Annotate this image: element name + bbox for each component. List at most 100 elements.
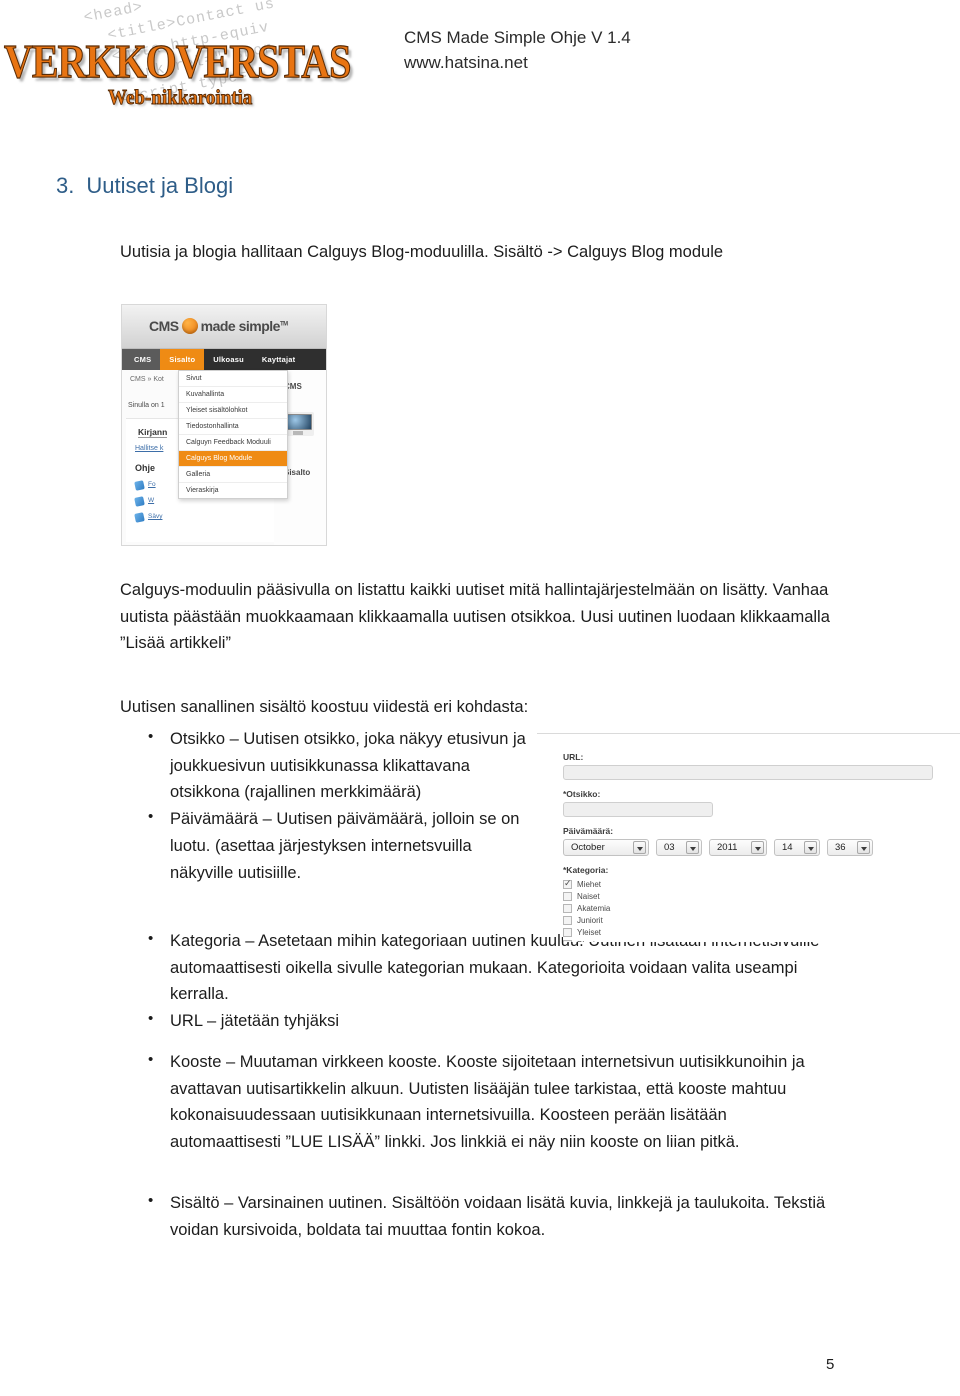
cms-nav-bar: CMS Sisalto Ulkoasu Kayttajat	[122, 349, 326, 370]
checkbox-icon[interactable]	[563, 878, 572, 889]
section-intro-line: Uutisia ja blogia hallitaan Calguys Blog…	[120, 243, 724, 261]
cms-help-link-forum[interactable]: Fo	[148, 481, 156, 488]
cms-body: CMS » Kot Sinulla on 1 Kirjann Hallitse …	[122, 370, 326, 545]
menu-item-vieraskirja[interactable]: Vieraskirja	[179, 483, 287, 498]
cms-nav-tab-sisalto[interactable]: Sisalto	[160, 349, 205, 370]
document-site-url: www.hatsina.net	[404, 52, 528, 72]
category-field-group: *Kategoria: Miehet Naiset Akatemia Junio…	[563, 865, 958, 942]
checkbox-icon[interactable]	[563, 915, 572, 925]
cms-brand-bar: CMS made simpleTM	[122, 305, 326, 349]
intro-paragraph: Calguys-moduulin pääsivulla on listattu …	[120, 581, 830, 653]
cms-nav-tab-kayttajat[interactable]: Kayttajat	[253, 349, 304, 370]
cms-panel-heading: Kirjann	[138, 427, 168, 438]
category-label-blogi: Blogi	[577, 940, 595, 943]
list-item: Otsikko – Uutisen otsikko, joka näkyy et…	[134, 725, 534, 806]
chevron-down-icon	[751, 841, 764, 854]
menu-item-sivut[interactable]: Sivut	[179, 371, 287, 387]
cms-help-link-savy[interactable]: Sävy	[148, 513, 162, 520]
category-row-akatemia[interactable]: Akatemia	[563, 902, 958, 914]
list-item: Kooste – Muutaman virkkeen kooste. Koost…	[134, 1048, 834, 1156]
category-row-miehet[interactable]: Miehet	[563, 878, 958, 890]
cms-admin-screenshot: CMS made simpleTM CMS Sisalto Ulkoasu Kay…	[121, 304, 327, 546]
chevron-down-icon	[804, 841, 817, 854]
month-select-value: October	[571, 842, 605, 853]
menu-item-yleiset-sisaltolohkot[interactable]: Yleiset sisältölohkot	[179, 403, 287, 419]
horizontal-divider	[537, 733, 960, 734]
day-select[interactable]: 03	[656, 839, 702, 856]
cms-panel-heading-ohje: Ohje	[135, 463, 156, 473]
section-number: 3.	[56, 173, 75, 198]
cms-logo: CMS made simpleTM	[149, 318, 288, 334]
category-label: *Kategoria:	[563, 865, 609, 875]
category-row-blogi[interactable]: Blogi	[563, 938, 958, 942]
menu-item-galleria[interactable]: Galleria	[179, 467, 287, 483]
cms-logo-tm: TM	[279, 321, 288, 328]
category-label-miehet: Miehet	[577, 879, 602, 889]
category-label-yleiset: Yleiset	[577, 927, 602, 937]
year-select[interactable]: 2011	[709, 839, 767, 856]
cms-nav-tab-ulkoasu[interactable]: Ulkoasu	[204, 349, 253, 370]
bullet-list-group-b: Kategoria – Asetetaan mihin kategoriaan …	[134, 927, 834, 1035]
monitor-screen	[284, 414, 312, 430]
cms-breadcrumb: CMS » Kot	[130, 376, 164, 383]
link-arrow-icon	[134, 496, 145, 507]
logo-wordmark: VERKKOVERSTAS	[3, 35, 351, 89]
list-intro-text: Uutisen sanallinen sisältö koostuu viide…	[120, 698, 529, 716]
checkbox-icon[interactable]	[563, 891, 572, 901]
month-select[interactable]: October	[563, 839, 649, 856]
bullet-list-group-c: Kooste – Muutaman virkkeen kooste. Koost…	[134, 1048, 834, 1156]
minute-select-value: 36	[835, 842, 846, 853]
bullet-list-group-d: Sisältö – Varsinainen uutinen. Sisältöön…	[134, 1189, 834, 1243]
checkbox-icon[interactable]	[563, 939, 572, 942]
year-select-value: 2011	[717, 842, 738, 853]
date-field-group: Päivämäärä: October 03 2011 14 36	[563, 826, 958, 856]
date-select-row: October 03 2011 14 36	[563, 839, 958, 856]
cms-notice: Sinulla on 1	[128, 402, 165, 409]
title-label: *Otsikko:	[563, 789, 601, 799]
logo-tagline: Web-nikkarointia	[108, 86, 253, 110]
menu-item-tiedostonhallinta[interactable]: Tiedostonhallinta	[179, 419, 287, 435]
menu-item-calguyn-feedback-moduuli[interactable]: Calguyn Feedback Moduuli	[179, 435, 287, 451]
blog-article-form-screenshot: URL: *Otsikko: Päivämäärä: October 03 20…	[563, 752, 958, 942]
list-item: Sisältö – Varsinainen uutinen. Sisältöön…	[134, 1189, 834, 1243]
category-label-akatemia: Akatemia	[577, 903, 611, 913]
menu-item-kuvahallinta[interactable]: Kuvahallinta	[179, 387, 287, 403]
title-input[interactable]	[563, 802, 713, 817]
day-select-value: 03	[664, 842, 675, 853]
cms-logo-right: made simple	[200, 318, 281, 334]
chevron-down-icon	[686, 841, 699, 854]
minute-select[interactable]: 36	[827, 839, 873, 856]
checkbox-icon[interactable]	[563, 927, 572, 937]
monitor-stand	[293, 431, 303, 435]
bullet-list-group-a: Otsikko – Uutisen otsikko, joka näkyy et…	[134, 725, 534, 886]
url-field-group: URL:	[563, 752, 958, 780]
list-item: URL – jätetään tyhjäksi	[134, 1007, 834, 1035]
checkbox-icon[interactable]	[563, 903, 572, 913]
category-row-yleiset[interactable]: Yleiset	[563, 926, 958, 938]
chevron-down-icon	[857, 841, 870, 854]
title-field-group: *Otsikko:	[563, 789, 958, 817]
link-arrow-icon	[134, 512, 145, 523]
menu-item-calguys-blog-module[interactable]: Calguys Blog Module	[179, 451, 287, 467]
cms-panel-link[interactable]: Hallitse k	[135, 445, 163, 452]
cms-help-link-wiki[interactable]: W	[148, 497, 154, 504]
cms-logo-left: CMS	[149, 318, 179, 334]
cms-content-dropdown-menu: Sivut Kuvahallinta Yleiset sisältölohkot…	[178, 370, 288, 499]
page-header: <head> <title>Contact us <meta http-equi…	[0, 0, 960, 150]
category-row-naiset[interactable]: Naiset	[563, 890, 958, 902]
palm-ball-icon	[181, 318, 198, 334]
document-title: CMS Made Simple Ohje V 1.4	[404, 28, 631, 47]
page-title: 3. Uutiset ja Blogi	[56, 173, 233, 199]
date-label: Päivämäärä:	[563, 826, 614, 836]
category-label-juniorit: Juniorit	[577, 915, 603, 925]
brand-logo: <head> <title>Contact us <meta http-equi…	[3, 0, 351, 132]
category-label-naiset: Naiset	[577, 891, 600, 901]
cms-nav-tab-cms[interactable]: CMS	[122, 349, 161, 370]
page-number: 5	[826, 1356, 835, 1373]
hour-select[interactable]: 14	[774, 839, 820, 856]
document-header-text: CMS Made Simple Ohje V 1.4 www.hatsina.n…	[404, 26, 631, 75]
link-arrow-icon	[134, 480, 145, 491]
chevron-down-icon	[633, 841, 646, 854]
url-input[interactable]	[563, 765, 933, 780]
category-row-juniorit[interactable]: Juniorit	[563, 914, 958, 926]
